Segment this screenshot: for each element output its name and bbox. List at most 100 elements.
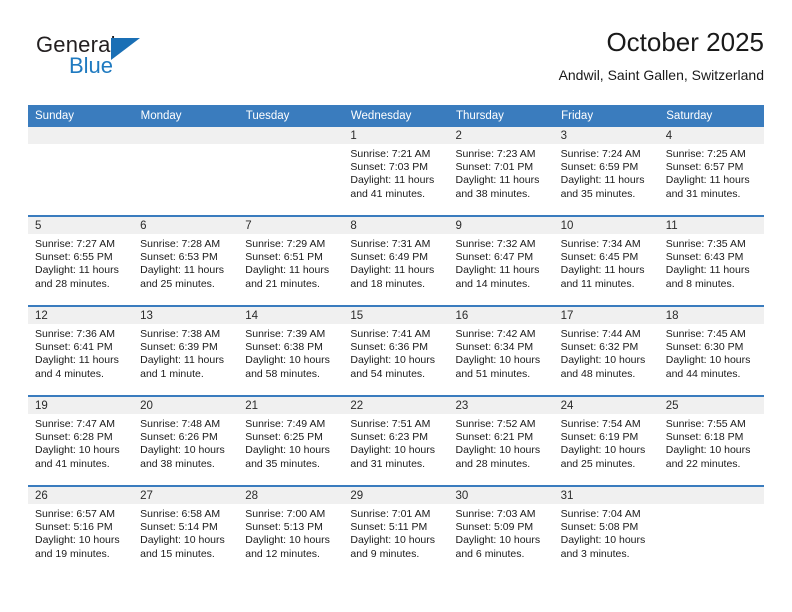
day-cell-details: Sunrise: 7:00 AM Sunset: 5:13 PM Daylight:…	[238, 504, 343, 561]
calendar-day-cell[interactable]: 6 Sunrise: 7:28 AM Sunset: 6:53 PM Daylight…	[133, 215, 239, 306]
daylight-text-line2: and 3 minutes.	[560, 547, 630, 560]
day-cell-inner	[28, 127, 134, 215]
general-blue-logo: General Blue	[36, 34, 216, 92]
calendar-week-row: 5 Sunrise: 7:27 AM Sunset: 6:55 PM Daylight…	[28, 215, 764, 306]
calendar-day-cell[interactable]: 2 Sunrise: 7:23 AM Sunset: 7:01 PM Daylight…	[448, 127, 554, 216]
daylight-text-line2: and 28 minutes.	[35, 277, 110, 290]
calendar-day-cell	[28, 127, 134, 216]
calendar-day-cell[interactable]: 20 Sunrise: 7:48 AM Sunset: 6:26 PM Dayligh…	[133, 395, 239, 486]
day-cell-inner: 22 Sunrise: 7:51 AM Sunset: 6:23 PM Dayligh…	[343, 397, 449, 485]
calendar-day-cell[interactable]: 1 Sunrise: 7:21 AM Sunset: 7:03 PM Daylight…	[343, 127, 449, 216]
weekday-header-wednesday: Wednesday	[343, 105, 450, 127]
sunset-text: Sunset: 5:16 PM	[35, 521, 113, 534]
calendar-header-row: Sunday Monday Tuesday Wednesday Thursday…	[28, 105, 765, 127]
day-number: 22	[343, 397, 449, 414]
daylight-text-line1: Daylight: 10 hours	[140, 444, 225, 457]
calendar-day-cell[interactable]: 25 Sunrise: 7:55 AM Sunset: 6:18 PM Dayligh…	[658, 395, 764, 486]
calendar-day-cell[interactable]: 4 Sunrise: 7:25 AM Sunset: 6:57 PM Daylight…	[658, 127, 764, 216]
day-cell-inner: 15 Sunrise: 7:41 AM Sunset: 6:36 PM Dayligh…	[343, 307, 449, 395]
daylight-text-line1: Daylight: 11 hours	[140, 264, 224, 277]
day-cell-inner: 11 Sunrise: 7:35 AM Sunset: 6:43 PM Dayligh…	[658, 217, 764, 305]
calendar-day-cell[interactable]: 28 Sunrise: 7:00 AM Sunset: 5:13 PM Dayligh…	[238, 485, 344, 575]
calendar-day-cell[interactable]: 15 Sunrise: 7:41 AM Sunset: 6:36 PM Dayligh…	[343, 305, 449, 396]
daylight-text-line2: and 58 minutes.	[245, 367, 320, 380]
sunset-text: Sunset: 6:45 PM	[560, 251, 639, 264]
calendar-day-cell[interactable]: 7 Sunrise: 7:29 AM Sunset: 6:51 PM Daylight…	[238, 215, 344, 306]
daylight-text-line2: and 41 minutes.	[350, 187, 426, 200]
daylight-text-line1: Daylight: 11 hours	[245, 264, 330, 277]
sunrise-text: Sunrise: 7:01 AM	[350, 508, 431, 520]
calendar-day-cell[interactable]: 30 Sunrise: 7:03 AM Sunset: 5:09 PM Dayligh…	[448, 485, 554, 575]
calendar-day-cell	[133, 127, 239, 216]
day-cell-inner: 5 Sunrise: 7:27 AM Sunset: 6:55 PM Daylight…	[28, 217, 134, 305]
calendar-day-cell[interactable]: 29 Sunrise: 7:01 AM Sunset: 5:11 PM Dayligh…	[343, 485, 449, 575]
day-number	[238, 127, 344, 144]
day-cell-inner: 21 Sunrise: 7:49 AM Sunset: 6:25 PM Dayligh…	[238, 397, 344, 485]
page-title: October 2025	[606, 27, 764, 57]
calendar-day-cell[interactable]: 13 Sunrise: 7:38 AM Sunset: 6:39 PM Dayligh…	[133, 305, 239, 396]
sunset-text: Sunset: 6:25 PM	[245, 431, 323, 444]
calendar-day-cell[interactable]: 3 Sunrise: 7:24 AM Sunset: 6:59 PM Daylight…	[553, 127, 659, 216]
day-cell-details: Sunrise: 7:27 AM Sunset: 6:55 PM Daylight:…	[28, 234, 133, 291]
day-cell-details: Sunrise: 7:29 AM Sunset: 6:51 PM Daylight:…	[238, 234, 343, 291]
weekday-header-friday: Friday	[553, 105, 660, 127]
daylight-text-line1: Daylight: 10 hours	[350, 534, 436, 547]
daylight-text-line1: Daylight: 11 hours	[140, 354, 224, 367]
calendar-day-cell[interactable]: 14 Sunrise: 7:39 AM Sunset: 6:38 PM Dayligh…	[238, 305, 344, 396]
day-number: 24	[553, 397, 659, 414]
daylight-text-line1: Daylight: 11 hours	[350, 174, 435, 187]
sunrise-text: Sunrise: 7:54 AM	[560, 418, 641, 430]
calendar-day-cell[interactable]: 26 Sunrise: 6:57 AM Sunset: 5:16 PM Dayligh…	[28, 485, 134, 575]
weekday-header-tuesday: Tuesday	[238, 105, 344, 127]
sunrise-text: Sunrise: 6:58 AM	[140, 508, 221, 520]
day-cell-details: Sunrise: 7:03 AM Sunset: 5:09 PM Daylight:…	[449, 504, 554, 561]
day-number: 15	[343, 307, 449, 324]
calendar-day-cell[interactable]: 23 Sunrise: 7:52 AM Sunset: 6:21 PM Dayligh…	[448, 395, 554, 486]
day-cell-details: Sunrise: 7:21 AM Sunset: 7:03 PM Daylight:…	[343, 144, 448, 201]
daylight-text-line2: and 9 minutes.	[350, 547, 420, 560]
day-number: 5	[28, 217, 134, 234]
calendar-day-cell[interactable]: 19 Sunrise: 7:47 AM Sunset: 6:28 PM Dayligh…	[28, 395, 134, 486]
day-number: 6	[133, 217, 239, 234]
calendar-day-cell[interactable]: 11 Sunrise: 7:35 AM Sunset: 6:43 PM Dayligh…	[658, 215, 764, 306]
daylight-text-line1: Daylight: 11 hours	[35, 354, 119, 367]
calendar-day-cell[interactable]: 21 Sunrise: 7:49 AM Sunset: 6:25 PM Dayligh…	[238, 395, 344, 486]
day-number: 23	[448, 397, 554, 414]
daylight-text-line1: Daylight: 10 hours	[140, 534, 225, 547]
daylight-text-line2: and 51 minutes.	[455, 367, 531, 380]
day-cell-inner: 29 Sunrise: 7:01 AM Sunset: 5:11 PM Dayligh…	[343, 487, 449, 575]
calendar-day-cell[interactable]: 16 Sunrise: 7:42 AM Sunset: 6:34 PM Dayligh…	[448, 305, 554, 396]
calendar-day-cell[interactable]: 27 Sunrise: 6:58 AM Sunset: 5:14 PM Dayligh…	[133, 485, 239, 575]
day-cell-details: Sunrise: 7:41 AM Sunset: 6:36 PM Daylight:…	[343, 324, 448, 381]
calendar-day-cell[interactable]: 10 Sunrise: 7:34 AM Sunset: 6:45 PM Dayligh…	[553, 215, 659, 306]
day-number: 31	[553, 487, 659, 504]
calendar-day-cell[interactable]: 18 Sunrise: 7:45 AM Sunset: 6:30 PM Dayligh…	[658, 305, 764, 396]
daylight-text-line2: and 21 minutes.	[245, 277, 320, 290]
calendar-day-cell[interactable]: 17 Sunrise: 7:44 AM Sunset: 6:32 PM Dayligh…	[553, 305, 659, 396]
daylight-text-line1: Daylight: 10 hours	[665, 354, 751, 367]
calendar-day-cell[interactable]: 24 Sunrise: 7:54 AM Sunset: 6:19 PM Dayligh…	[553, 395, 659, 486]
calendar-day-cell[interactable]: 12 Sunrise: 7:36 AM Sunset: 6:41 PM Dayligh…	[28, 305, 134, 396]
day-cell-details: Sunrise: 7:01 AM Sunset: 5:11 PM Daylight:…	[343, 504, 448, 561]
daylight-text-line2: and 35 minutes.	[245, 457, 320, 470]
weekday-header-sunday: Sunday	[28, 105, 134, 127]
daylight-text-line2: and 28 minutes.	[455, 457, 531, 470]
calendar-week-row: 1 Sunrise: 7:21 AM Sunset: 7:03 PM Daylight…	[28, 127, 764, 216]
calendar-day-cell[interactable]: 5 Sunrise: 7:27 AM Sunset: 6:55 PM Daylight…	[28, 215, 134, 306]
day-cell-inner: 24 Sunrise: 7:54 AM Sunset: 6:19 PM Dayligh…	[553, 397, 659, 485]
day-number: 29	[343, 487, 449, 504]
calendar-day-cell[interactable]: 8 Sunrise: 7:31 AM Sunset: 6:49 PM Daylight…	[343, 215, 449, 306]
day-number: 17	[553, 307, 659, 324]
sunset-text: Sunset: 6:36 PM	[350, 341, 429, 354]
calendar-day-cell[interactable]: 31 Sunrise: 7:04 AM Sunset: 5:08 PM Dayligh…	[553, 485, 659, 575]
calendar-day-cell[interactable]: 22 Sunrise: 7:51 AM Sunset: 6:23 PM Dayligh…	[343, 395, 449, 486]
day-cell-details: Sunrise: 7:24 AM Sunset: 6:59 PM Daylight:…	[554, 144, 659, 201]
sunset-text: Sunset: 6:26 PM	[140, 431, 218, 444]
page-header: General Blue October 2025 Andwil, Saint …	[28, 28, 764, 96]
sunrise-text: Sunrise: 7:36 AM	[35, 328, 115, 340]
sunrise-text: Sunrise: 7:49 AM	[245, 418, 326, 430]
daylight-text-line1: Daylight: 10 hours	[560, 534, 646, 547]
daylight-text-line2: and 44 minutes.	[665, 367, 741, 380]
calendar-day-cell[interactable]: 9 Sunrise: 7:32 AM Sunset: 6:47 PM Daylight…	[448, 215, 554, 306]
daylight-text-line1: Daylight: 11 hours	[455, 264, 540, 277]
